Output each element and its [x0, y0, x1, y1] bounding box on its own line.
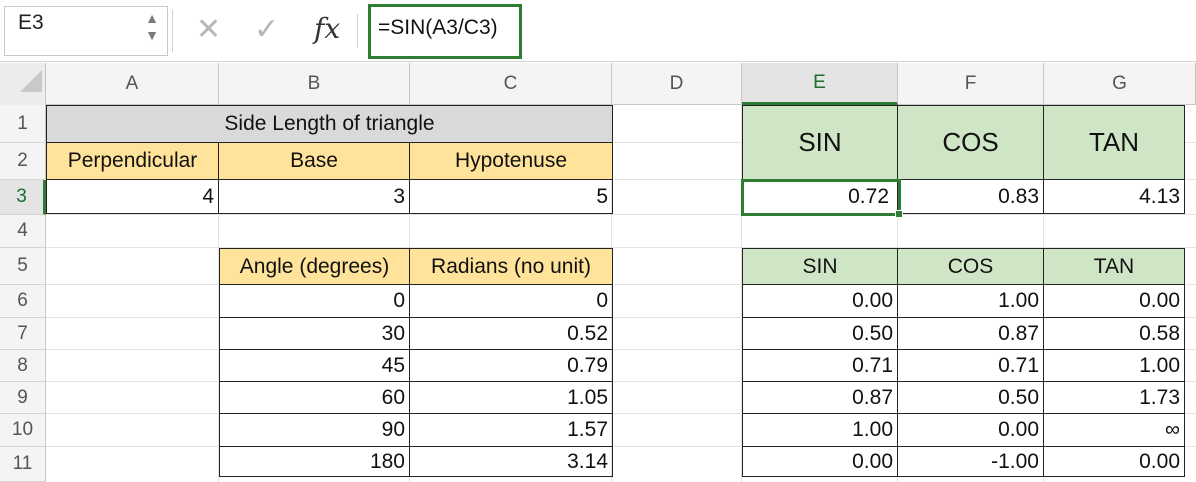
formula-text: =SIN(A3/C3) — [378, 16, 498, 39]
row-header-4[interactable]: 4 — [0, 215, 46, 248]
row-header-1[interactable]: 1 — [0, 105, 46, 143]
cell-c7[interactable]: 0.52 — [410, 318, 613, 350]
row-header-2[interactable]: 2 — [0, 143, 46, 180]
cell-b2[interactable]: Base — [219, 143, 410, 180]
cell-g7[interactable]: 0.58 — [1044, 318, 1185, 350]
row-header-11[interactable]: 11 — [0, 447, 46, 482]
cell-e5[interactable]: SIN — [742, 248, 898, 285]
column-header-g[interactable]: G — [1044, 63, 1196, 105]
cell-a1-merged[interactable]: Side Length of triangle — [46, 105, 613, 143]
cell-g5[interactable]: TAN — [1044, 248, 1185, 285]
formula-bar — [0, 0, 1196, 62]
row-header-8[interactable]: 8 — [0, 350, 46, 382]
cell-g1-merged[interactable]: TAN — [1044, 105, 1185, 180]
cell-g8[interactable]: 1.00 — [1044, 350, 1185, 382]
cell-g10[interactable]: ∞ — [1044, 414, 1185, 447]
cell-g11[interactable]: 0.00 — [1044, 447, 1185, 477]
cell-c9[interactable]: 1.05 — [410, 382, 613, 414]
cell-b6[interactable]: 0 — [219, 285, 410, 318]
cell-b10[interactable]: 90 — [219, 414, 410, 447]
row-header-3[interactable]: 3 — [0, 180, 46, 215]
cell-g9[interactable]: 1.73 — [1044, 382, 1185, 414]
active-cell-outline — [741, 179, 901, 216]
row-header-6[interactable]: 6 — [0, 285, 46, 318]
cell-f7[interactable]: 0.87 — [898, 318, 1044, 350]
cell-b11[interactable]: 180 — [219, 447, 410, 477]
cell-e6[interactable]: 0.00 — [742, 285, 898, 318]
enter-icon[interactable]: ✓ — [254, 10, 279, 50]
name-box-value: E3 — [18, 11, 44, 34]
row-header-5[interactable]: 5 — [0, 248, 46, 285]
cell-c8[interactable]: 0.79 — [410, 350, 613, 382]
cell-b5[interactable]: Angle (degrees) — [219, 248, 410, 285]
gridline — [46, 214, 1196, 215]
cell-a3[interactable]: 4 — [46, 180, 219, 214]
cell-c10[interactable]: 1.57 — [410, 414, 613, 447]
column-header-b[interactable]: B — [219, 63, 410, 105]
name-box-stepper-icon[interactable]: ▲ ▼ — [142, 10, 162, 48]
cell-c6[interactable]: 0 — [410, 285, 613, 318]
select-all-icon — [20, 70, 42, 92]
row-header-7[interactable]: 7 — [0, 318, 46, 350]
column-header-c[interactable]: C — [410, 63, 612, 105]
column-header-e[interactable]: E — [742, 63, 898, 105]
insert-function-icon[interactable]: fx — [314, 12, 340, 45]
row-header-9[interactable]: 9 — [0, 382, 46, 414]
fill-handle[interactable] — [895, 210, 903, 218]
cell-f5[interactable]: COS — [898, 248, 1044, 285]
cancel-icon[interactable]: ✕ — [196, 10, 221, 50]
cell-e1-merged[interactable]: SIN — [742, 105, 898, 180]
column-header-d[interactable]: D — [612, 63, 742, 105]
cell-g3[interactable]: 4.13 — [1044, 180, 1185, 214]
cell-e11[interactable]: 0.00 — [742, 447, 898, 477]
column-header-a[interactable]: A — [46, 63, 219, 105]
cell-f6[interactable]: 1.00 — [898, 285, 1044, 318]
cell-f9[interactable]: 0.50 — [898, 382, 1044, 414]
cell-c3[interactable]: 5 — [410, 180, 613, 214]
row-header-10[interactable]: 10 — [0, 414, 46, 447]
cell-b8[interactable]: 45 — [219, 350, 410, 382]
cell-b3[interactable]: 3 — [219, 180, 410, 214]
cell-b7[interactable]: 30 — [219, 318, 410, 350]
cell-g6[interactable]: 0.00 — [1044, 285, 1185, 318]
column-header-f[interactable]: F — [898, 63, 1044, 105]
cell-c2[interactable]: Hypotenuse — [410, 143, 613, 180]
divider — [172, 10, 173, 52]
cell-b9[interactable]: 60 — [219, 382, 410, 414]
cell-f10[interactable]: 0.00 — [898, 414, 1044, 447]
cell-c5[interactable]: Radians (no unit) — [410, 248, 613, 285]
cell-e10[interactable]: 1.00 — [742, 414, 898, 447]
divider — [357, 14, 358, 48]
cell-f1-merged[interactable]: COS — [898, 105, 1044, 180]
cell-e9[interactable]: 0.87 — [742, 382, 898, 414]
cell-e7[interactable]: 0.50 — [742, 318, 898, 350]
cell-e8[interactable]: 0.71 — [742, 350, 898, 382]
cell-a2[interactable]: Perpendicular — [46, 143, 219, 180]
cell-f3[interactable]: 0.83 — [898, 180, 1044, 214]
cell-f8[interactable]: 0.71 — [898, 350, 1044, 382]
cell-c11[interactable]: 3.14 — [410, 447, 613, 477]
cell-f11[interactable]: -1.00 — [898, 447, 1044, 477]
